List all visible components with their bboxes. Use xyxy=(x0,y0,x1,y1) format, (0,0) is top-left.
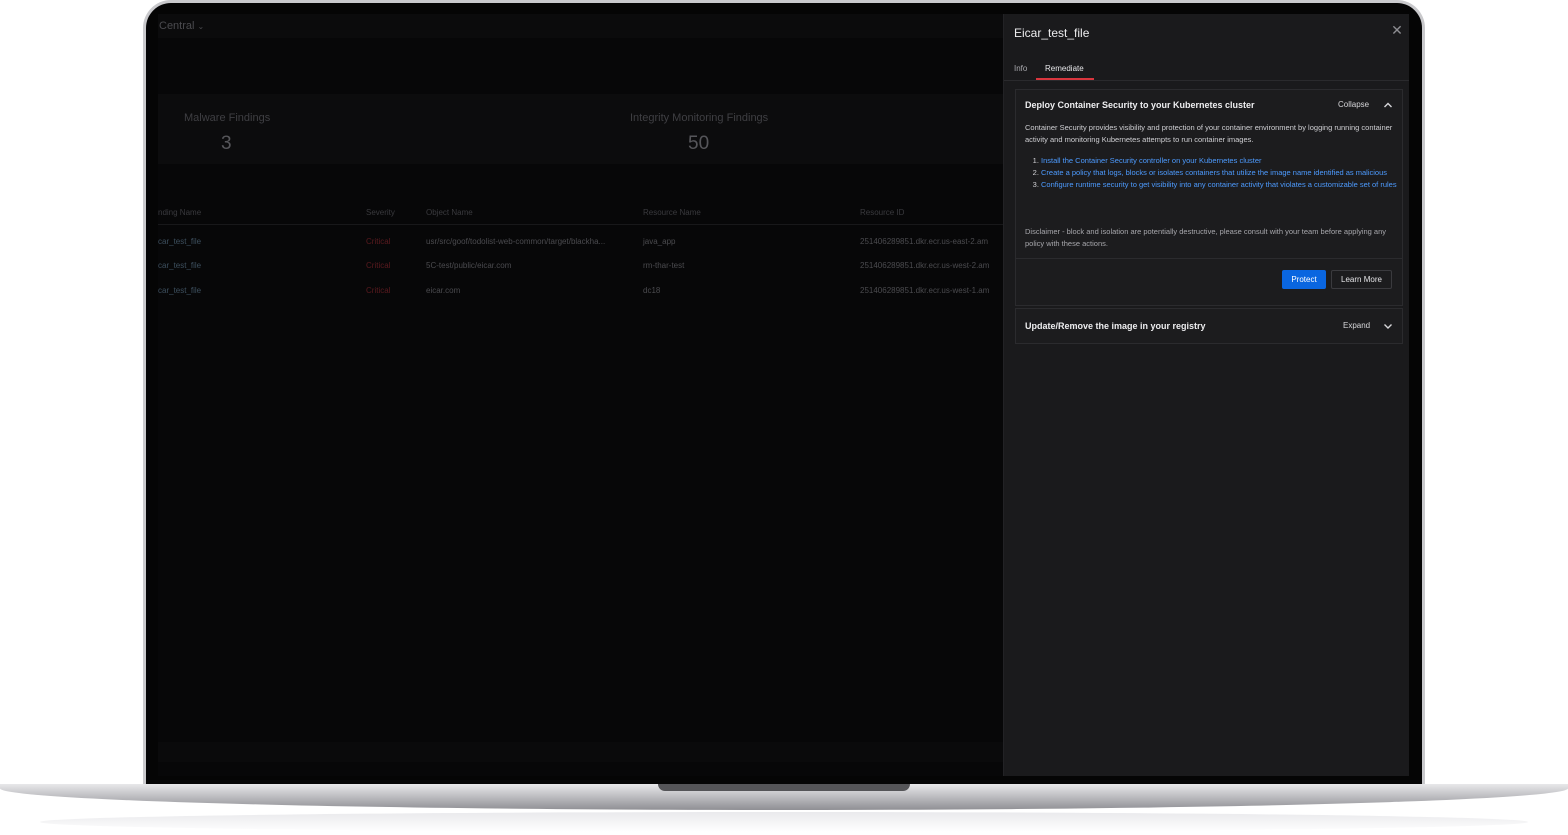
malware-findings-label: Malware Findings xyxy=(184,112,271,124)
panel-title[interactable]: Update/Remove the image in your registry xyxy=(1025,321,1206,331)
learn-more-button[interactable]: Learn More xyxy=(1331,270,1392,289)
drawer-title: Eicar_test_file xyxy=(1014,26,1090,40)
malware-findings-count: 3 xyxy=(221,133,232,154)
integrity-findings-count: 50 xyxy=(688,133,710,154)
tab-info[interactable]: Info xyxy=(1014,64,1027,73)
resource-id-cell: 251406289851.dkr.ecr.us-west-2.am xyxy=(860,261,990,270)
table-row[interactable]: car_test_file Critical 5C-test/public/ei… xyxy=(158,254,1003,278)
object-name-cell: eicar.com xyxy=(426,286,461,295)
finding-name-cell[interactable]: car_test_file xyxy=(158,237,201,246)
stats-panel: Malware Findings 3 Integrity Monitoring … xyxy=(158,94,1008,164)
severity-cell: Critical xyxy=(366,237,391,246)
close-icon[interactable]: ✕ xyxy=(1390,23,1404,37)
remediation-steps: Install the Container Security controlle… xyxy=(1025,155,1401,191)
step-link[interactable]: Install the Container Security controlle… xyxy=(1041,156,1262,165)
tab-remediate[interactable]: Remediate xyxy=(1045,64,1084,73)
active-tab-indicator xyxy=(1036,78,1094,80)
protect-button[interactable]: Protect xyxy=(1282,270,1326,289)
update-image-panel: Update/Remove the image in your registry… xyxy=(1015,308,1403,344)
deploy-container-security-panel: Deploy Container Security to your Kubern… xyxy=(1015,89,1403,306)
panel-description: Container Security provides visibility a… xyxy=(1025,123,1393,144)
screen: Central ⌄ Malware Findings 3 Integrity Mo… xyxy=(158,14,1409,776)
panel-divider xyxy=(1016,258,1402,259)
resource-id-cell: 251406289851.dkr.ecr.us-east-2.am xyxy=(860,237,989,246)
column-header-object-name[interactable]: Object Name xyxy=(426,208,473,217)
resource-name-cell: rm-thar-test xyxy=(643,261,685,270)
disclaimer-text: Disclaimer - block and isolation are pot… xyxy=(1025,227,1387,248)
table-header-divider xyxy=(158,224,1003,225)
integrity-findings-label: Integrity Monitoring Findings xyxy=(630,112,769,124)
table-row[interactable]: car_test_file Critical usr/src/goof/todo… xyxy=(158,230,1003,254)
severity-cell: Critical xyxy=(366,261,391,270)
workspace-selector[interactable]: Central ⌄ xyxy=(159,20,204,32)
column-header-resource-name[interactable]: Resource Name xyxy=(643,208,701,217)
object-name-cell: usr/src/goof/todolist-web-common/target/… xyxy=(426,237,606,246)
footer-strip xyxy=(158,742,1003,762)
chevron-down-icon: ⌄ xyxy=(197,22,205,31)
list-item: Create a policy that logs, blocks or iso… xyxy=(1041,167,1401,179)
table-row[interactable]: car_test_file Critical eicar.com dc18 25… xyxy=(158,279,1003,303)
list-item: Install the Container Security controlle… xyxy=(1041,155,1401,167)
resource-name-cell: java_app xyxy=(643,237,676,246)
step-link[interactable]: Create a policy that logs, blocks or iso… xyxy=(1041,168,1387,177)
panel-title[interactable]: Deploy Container Security to your Kubern… xyxy=(1025,100,1255,110)
object-name-cell: 5C-test/public/eicar.com xyxy=(426,261,512,270)
chevron-up-icon[interactable] xyxy=(1382,99,1394,111)
collapse-toggle[interactable]: Collapse xyxy=(1338,100,1369,109)
chevron-down-icon[interactable] xyxy=(1382,320,1394,332)
expand-toggle[interactable]: Expand xyxy=(1343,321,1370,330)
column-header-finding-name[interactable]: nding Name xyxy=(158,208,201,217)
column-header-resource-id[interactable]: Resource ID xyxy=(860,208,904,217)
resource-name-cell: dc18 xyxy=(643,286,661,295)
list-item: Configure runtime security to get visibi… xyxy=(1041,179,1401,191)
workspace-label: Central xyxy=(159,20,195,32)
resource-id-cell: 251406289851.dkr.ecr.us-west-1.am xyxy=(860,286,990,295)
finding-detail-drawer: Eicar_test_file ✕ Info Remediate Deploy … xyxy=(1003,14,1409,776)
severity-cell: Critical xyxy=(366,286,391,295)
column-header-severity[interactable]: Severity xyxy=(366,208,395,217)
step-link[interactable]: Configure runtime security to get visibi… xyxy=(1041,180,1397,189)
finding-name-cell[interactable]: car_test_file xyxy=(158,286,201,295)
finding-name-cell[interactable]: car_test_file xyxy=(158,261,201,270)
laptop-notch xyxy=(658,784,910,791)
laptop-shadow xyxy=(40,812,1528,832)
